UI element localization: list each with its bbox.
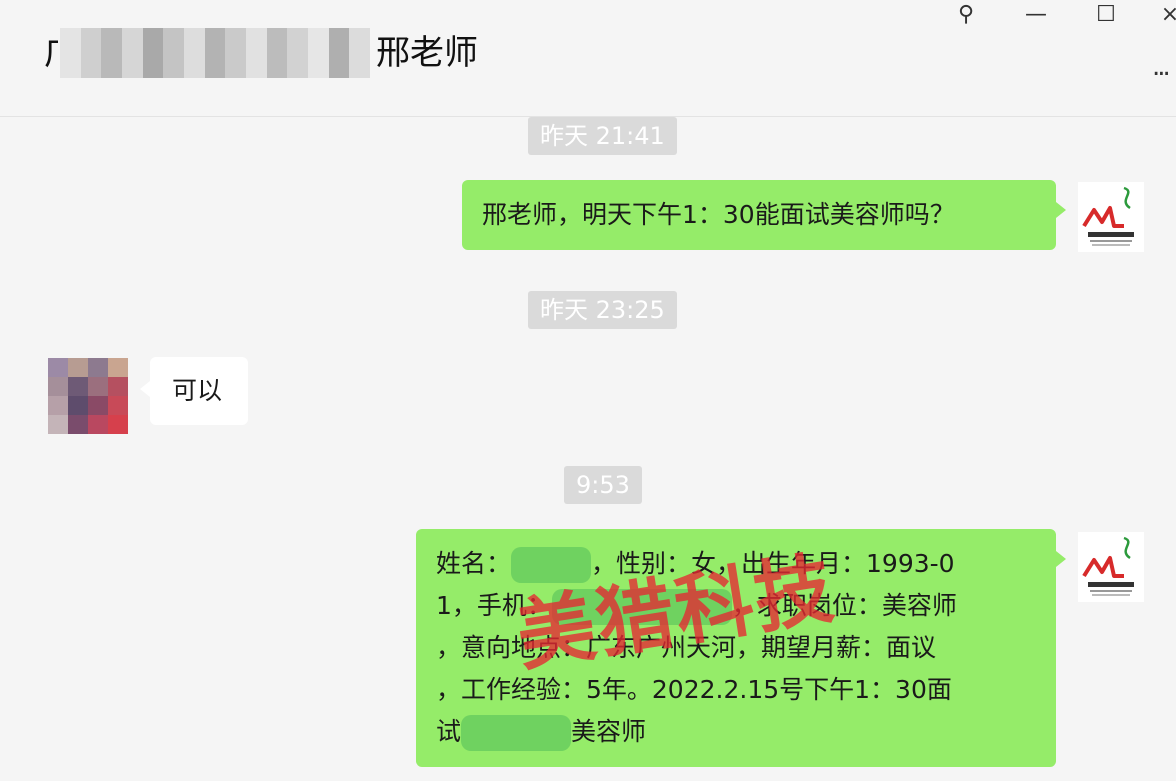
close-button[interactable]: × [1150, 0, 1176, 32]
pin-icon[interactable]: ⚲ [946, 0, 986, 32]
message-timestamp: 昨天 23:25 [528, 291, 677, 329]
message-text: 邢老师，明天下午1：30能面试美容师吗？ [482, 200, 955, 229]
redacted-name-mosaic [60, 28, 371, 78]
minimize-button[interactable]: — [1016, 0, 1056, 32]
maximize-button[interactable]: ☐ [1086, 0, 1126, 32]
message-timestamp: 昨天 21:41 [528, 117, 677, 155]
more-options-icon[interactable]: ... [1152, 52, 1176, 82]
sent-message-bubble[interactable]: 邢老师，明天下午1：30能面试美容师吗？ [462, 180, 1066, 250]
message-text: 可以 [172, 376, 223, 405]
my-avatar[interactable] [1078, 532, 1144, 602]
chat-title-prefix: 广 [44, 28, 58, 78]
redacted-shop-name [461, 715, 572, 751]
received-message-bubble[interactable]: 可以 [140, 357, 248, 425]
message-line: 试美容师 [436, 711, 1036, 753]
contact-avatar[interactable] [48, 358, 128, 434]
message-timestamp: 9:53 [564, 466, 642, 504]
chat-header: 广 邢老师 ⚲ — ☐ × ... [0, 0, 1176, 117]
my-avatar[interactable] [1078, 182, 1144, 252]
chat-title: 广 邢老师 [44, 28, 478, 78]
chat-title-name: 邢老师 [376, 33, 478, 73]
